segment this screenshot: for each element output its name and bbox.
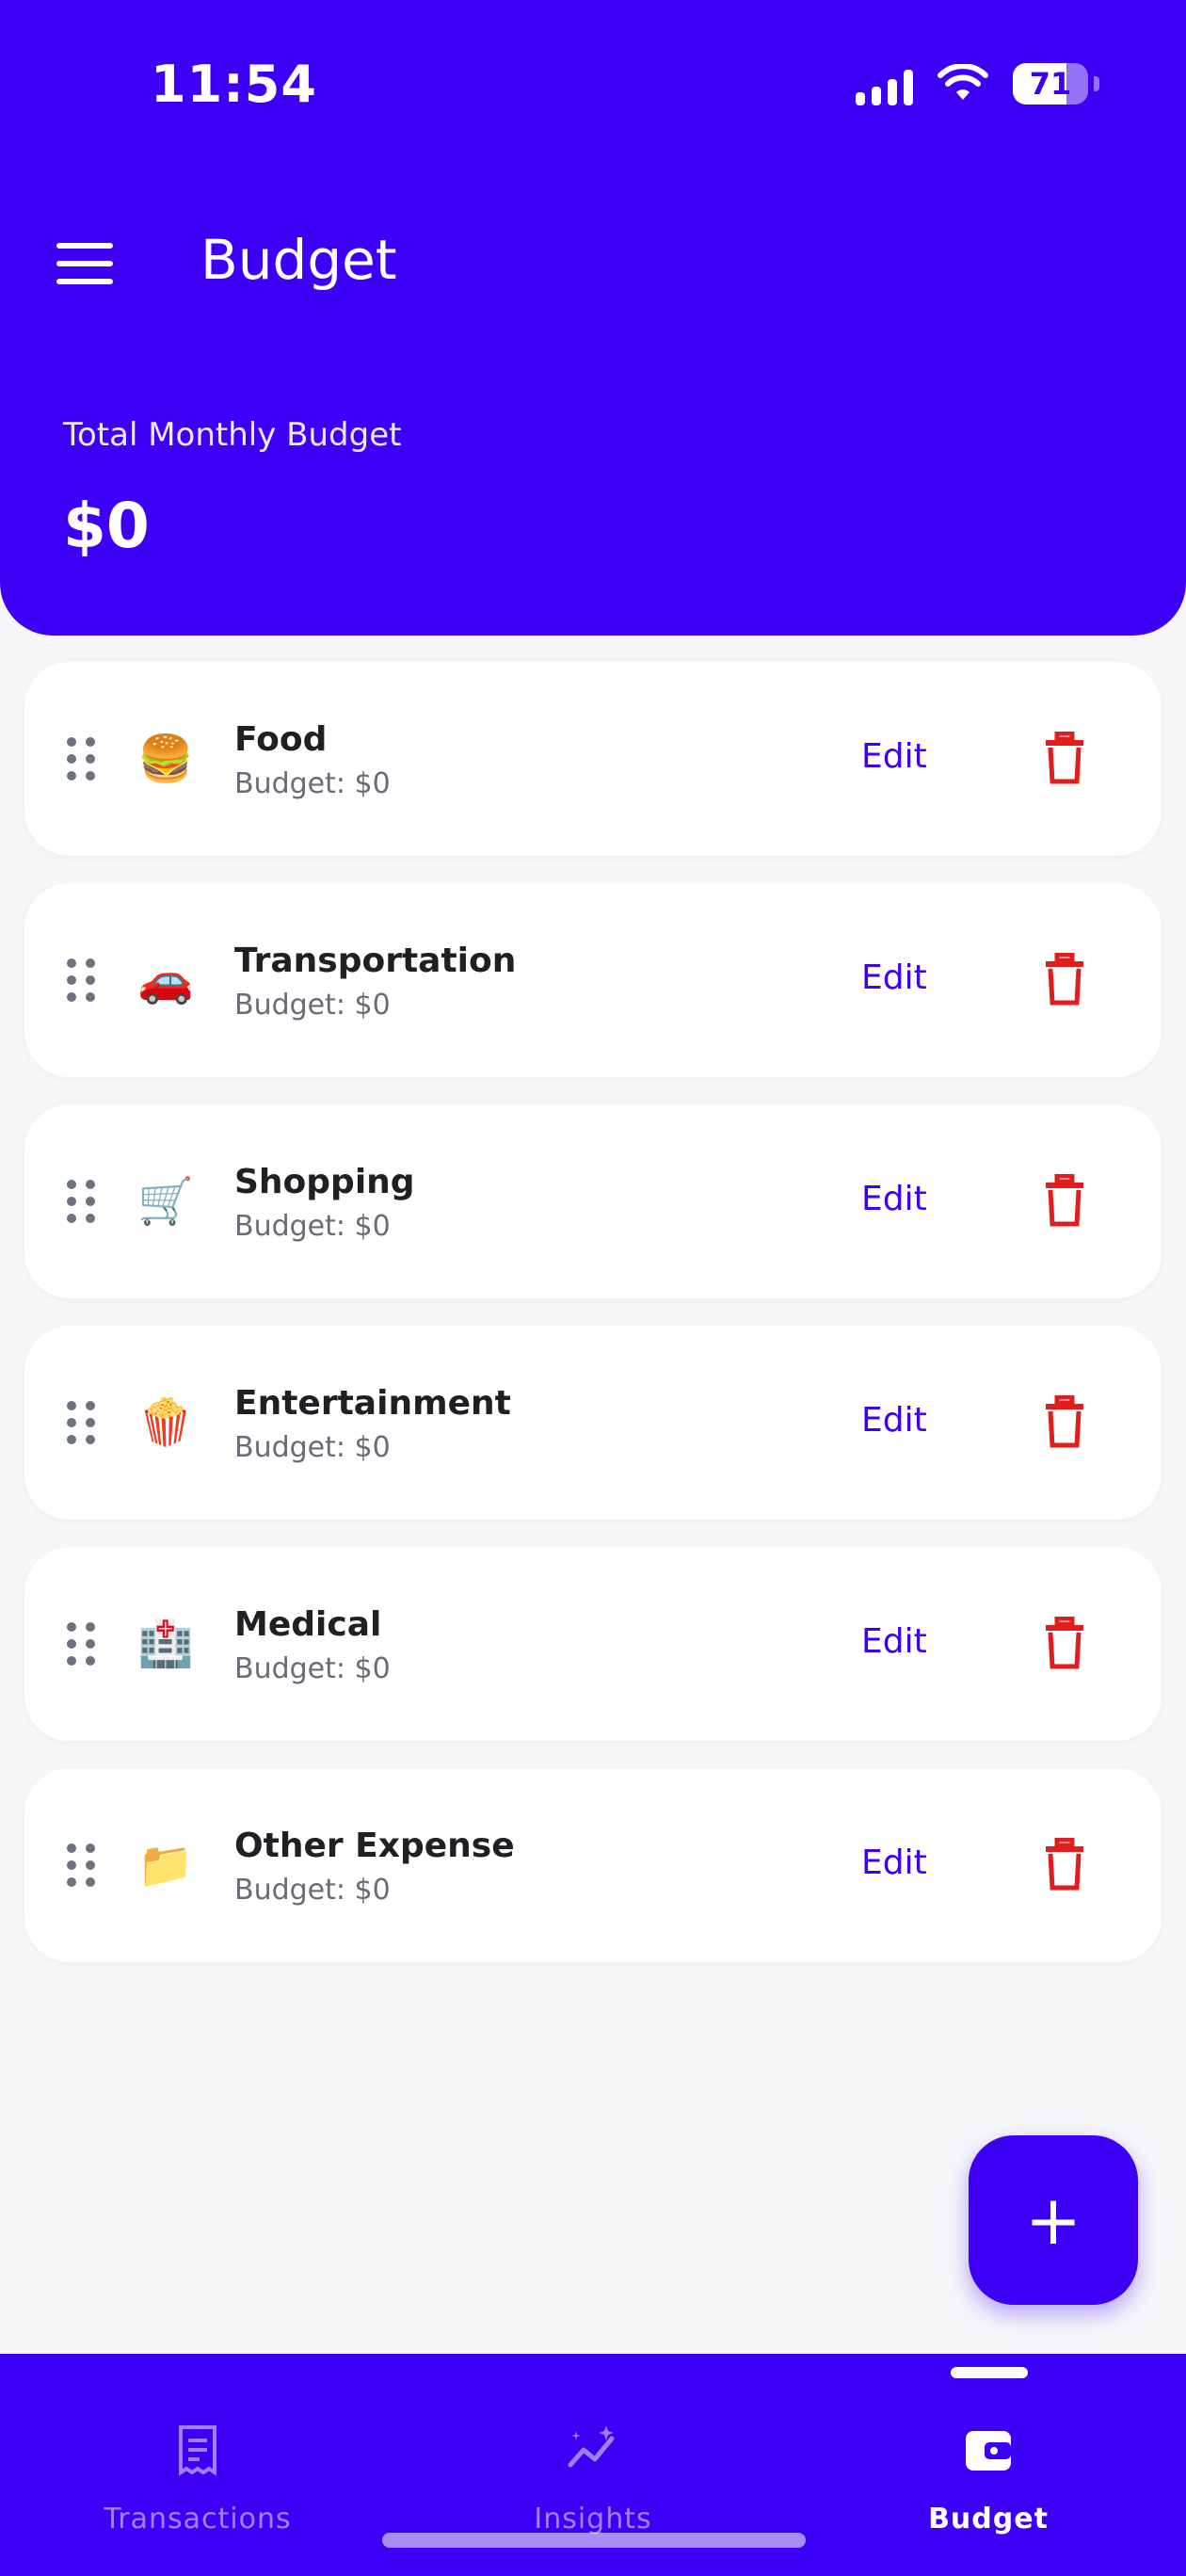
signal-icon xyxy=(856,62,913,105)
hospital-icon: 🏥 xyxy=(137,1618,194,1670)
category-card-shopping: 🛒 Shopping Budget: $0 Edit xyxy=(24,1104,1162,1298)
drag-handle-icon[interactable] xyxy=(67,737,95,781)
category-card-other-expense: 📁 Other Expense Budget: $0 Edit xyxy=(24,1768,1162,1962)
drag-handle-icon[interactable] xyxy=(67,1401,95,1444)
tab-transactions[interactable]: Transactions xyxy=(0,2354,395,2576)
category-card-medical: 🏥 Medical Budget: $0 Edit xyxy=(24,1547,1162,1741)
tab-budget[interactable]: Budget xyxy=(791,2354,1186,2576)
total-budget-label: Total Monthly Budget xyxy=(63,416,402,454)
category-card-entertainment: 🍿 Entertainment Budget: $0 Edit xyxy=(24,1326,1162,1520)
food-icon: 🍔 xyxy=(137,733,194,785)
category-budget: Budget: $0 xyxy=(234,1431,391,1464)
category-card-food: 🍔 Food Budget: $0 Edit xyxy=(24,662,1162,856)
drag-handle-icon[interactable] xyxy=(67,1843,95,1887)
drag-handle-icon[interactable] xyxy=(67,958,95,1002)
total-budget-value: $0 xyxy=(63,490,150,562)
car-icon: 🚗 xyxy=(137,954,194,1006)
category-name: Transportation xyxy=(234,942,517,980)
category-list: 🍔 Food Budget: $0 Edit 🚗 Transportation … xyxy=(24,662,1162,1989)
add-category-button[interactable]: + xyxy=(969,2135,1138,2305)
trash-icon[interactable] xyxy=(1044,1174,1085,1227)
category-name: Medical xyxy=(234,1605,382,1644)
category-name: Food xyxy=(234,720,328,759)
battery-level: 71 xyxy=(1029,66,1072,102)
trash-icon[interactable] xyxy=(1044,732,1085,784)
status-icons: 71 xyxy=(856,62,1099,105)
category-name: Entertainment xyxy=(234,1384,511,1423)
drag-handle-icon[interactable] xyxy=(67,1180,95,1223)
category-card-transportation: 🚗 Transportation Budget: $0 Edit xyxy=(24,883,1162,1077)
tab-label: Budget xyxy=(928,2503,1049,2536)
category-budget: Budget: $0 xyxy=(234,1210,391,1243)
tab-label: Insights xyxy=(534,2503,652,2536)
status-time: 11:54 xyxy=(151,55,317,114)
edit-button[interactable]: Edit xyxy=(861,737,927,776)
edit-button[interactable]: Edit xyxy=(861,1401,927,1440)
battery-icon: 71 xyxy=(1013,63,1099,105)
edit-button[interactable]: Edit xyxy=(861,1843,927,1882)
category-budget: Budget: $0 xyxy=(234,767,391,800)
category-name: Other Expense xyxy=(234,1827,515,1865)
wallet-icon xyxy=(966,2431,1011,2471)
category-budget: Budget: $0 xyxy=(234,1874,391,1907)
trash-icon[interactable] xyxy=(1044,1617,1085,1669)
category-budget: Budget: $0 xyxy=(234,1652,391,1685)
edit-button[interactable]: Edit xyxy=(861,958,927,997)
trash-icon[interactable] xyxy=(1044,1395,1085,1448)
popcorn-icon: 🍿 xyxy=(137,1396,194,1449)
wifi-icon xyxy=(938,64,988,100)
edit-button[interactable]: Edit xyxy=(861,1622,927,1661)
menu-icon[interactable] xyxy=(56,243,113,284)
tab-label: Transactions xyxy=(104,2503,292,2536)
cart-icon: 🛒 xyxy=(137,1175,194,1228)
drag-handle-icon[interactable] xyxy=(67,1622,95,1666)
plus-icon: + xyxy=(1024,2181,1082,2260)
trash-icon[interactable] xyxy=(1044,953,1085,1006)
header: 11:54 71 Budget Total Monthly Budget $0 xyxy=(0,0,1186,636)
folder-icon: 📁 xyxy=(137,1839,194,1892)
edit-button[interactable]: Edit xyxy=(861,1180,927,1218)
category-name: Shopping xyxy=(234,1163,415,1201)
trash-icon[interactable] xyxy=(1044,1838,1085,1891)
home-indicator xyxy=(382,2533,806,2548)
page-title: Budget xyxy=(200,228,397,292)
receipt-icon xyxy=(179,2425,216,2476)
insights-icon xyxy=(568,2425,615,2468)
category-budget: Budget: $0 xyxy=(234,989,391,1022)
